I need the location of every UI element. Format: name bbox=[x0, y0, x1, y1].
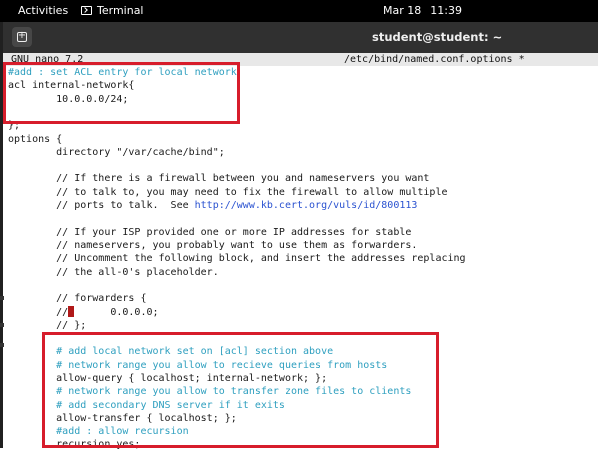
line-text-after-cursor: 0.0.0.0; bbox=[74, 307, 159, 318]
line-text: // If there is a firewall between you an… bbox=[8, 173, 430, 184]
line-text: // to talk to, you may need to fix the f… bbox=[8, 187, 448, 198]
activities-button[interactable]: Activities bbox=[18, 4, 68, 17]
editor-line: # add secondary DNS server if it exits bbox=[8, 400, 285, 412]
line-text: // ports to talk. See bbox=[8, 200, 195, 211]
editor-line: #add : allow recursion bbox=[8, 426, 189, 438]
terminal-header-bar: student@student: ~ bbox=[3, 22, 598, 53]
line-text: allow-query { localhost; internal-networ… bbox=[8, 373, 328, 384]
editor-line: acl internal-network{ bbox=[8, 80, 134, 92]
editor-line: // Uncomment the following block, and in… bbox=[8, 253, 466, 265]
gutter-mark bbox=[0, 296, 4, 300]
line-text: options { bbox=[8, 134, 63, 145]
editor-line: // forwarders { bbox=[8, 293, 146, 305]
gutter-mark bbox=[0, 343, 4, 347]
editor-line: # add local network set on [acl] section… bbox=[8, 346, 333, 358]
line-text: }; bbox=[8, 120, 21, 131]
line-text: directory "/var/cache/bind"; bbox=[8, 147, 225, 158]
clock-date: Mar 18 bbox=[383, 4, 422, 17]
line-text: # network range you allow to transfer zo… bbox=[8, 386, 412, 397]
nano-title-bar: GNU nano 7.2 /etc/bind/named.conf.option… bbox=[3, 53, 598, 66]
line-text: acl internal-network{ bbox=[8, 80, 135, 91]
line-text: recursion yes; bbox=[8, 439, 141, 450]
line-text: // }; bbox=[8, 320, 87, 331]
gnome-top-bar: Activities Terminal Mar 18 11:39 bbox=[0, 0, 598, 22]
editor-line: directory "/var/cache/bind"; bbox=[8, 147, 225, 159]
line-text: // nameservers, you probably want to use… bbox=[8, 240, 418, 251]
gutter-mark bbox=[0, 323, 4, 327]
line-text: # add secondary DNS server if it exits bbox=[8, 400, 285, 411]
editor-line: }; bbox=[8, 120, 20, 132]
editor-line: // to talk to, you may need to fix the f… bbox=[8, 187, 448, 199]
editor-line: options { bbox=[8, 134, 62, 146]
line-text: # network range you allow to recieve que… bbox=[8, 360, 388, 371]
editor-line: #add : set ACL entry for local network bbox=[8, 67, 237, 79]
line-text: // bbox=[8, 307, 69, 318]
editor-line: // nameservers, you probably want to use… bbox=[8, 240, 417, 252]
app-menu[interactable]: Terminal bbox=[81, 4, 144, 17]
clock-time: 11:39 bbox=[430, 4, 462, 17]
app-name: Terminal bbox=[97, 4, 144, 17]
nano-version: GNU nano 7.2 bbox=[11, 54, 84, 65]
editor-line: // ports to talk. See http://www.kb.cert… bbox=[8, 200, 417, 212]
editor-line: # network range you allow to transfer zo… bbox=[8, 386, 411, 398]
new-tab-icon[interactable] bbox=[12, 27, 32, 47]
editor-line: // the all-0's placeholder. bbox=[8, 267, 219, 279]
editor-line: // If your ISP provided one or more IP a… bbox=[8, 227, 411, 239]
line-text: allow-transfer { localhost; }; bbox=[8, 413, 237, 424]
line-text: #add : set ACL entry for local network bbox=[8, 67, 237, 78]
line-text: 10.0.0.0/24; bbox=[8, 94, 129, 105]
line-text: // Uncomment the following block, and in… bbox=[8, 253, 466, 264]
nano-filename: /etc/bind/named.conf.options * bbox=[344, 54, 525, 65]
clock[interactable]: Mar 18 11:39 bbox=[383, 4, 471, 17]
editor-line: // If there is a firewall between you an… bbox=[8, 173, 429, 185]
editor-line: // }; bbox=[8, 320, 86, 332]
line-text: // the all-0's placeholder. bbox=[8, 267, 219, 278]
line-text: // If your ISP provided one or more IP a… bbox=[8, 227, 412, 238]
window-title: student@student: ~ bbox=[372, 30, 503, 44]
terminal-icon bbox=[81, 6, 92, 15]
editor-line: allow-transfer { localhost; }; bbox=[8, 413, 237, 425]
url-text: http://www.kb.cert.org/vuls/id/800113 bbox=[194, 200, 418, 211]
line-text: # add local network set on [acl] section… bbox=[8, 346, 334, 357]
editor-area[interactable]: #add : set ACL entry for local network ac… bbox=[3, 66, 598, 451]
editor-line: 10.0.0.0/24; bbox=[8, 94, 128, 106]
editor-line: allow-query { localhost; internal-networ… bbox=[8, 373, 327, 385]
editor-line: # network range you allow to recieve que… bbox=[8, 360, 387, 372]
line-text: // forwarders { bbox=[8, 293, 147, 304]
line-text: #add : allow recursion bbox=[8, 426, 189, 437]
editor-line: // 0.0.0.0; bbox=[8, 306, 159, 318]
editor-line: recursion yes; bbox=[8, 439, 140, 451]
